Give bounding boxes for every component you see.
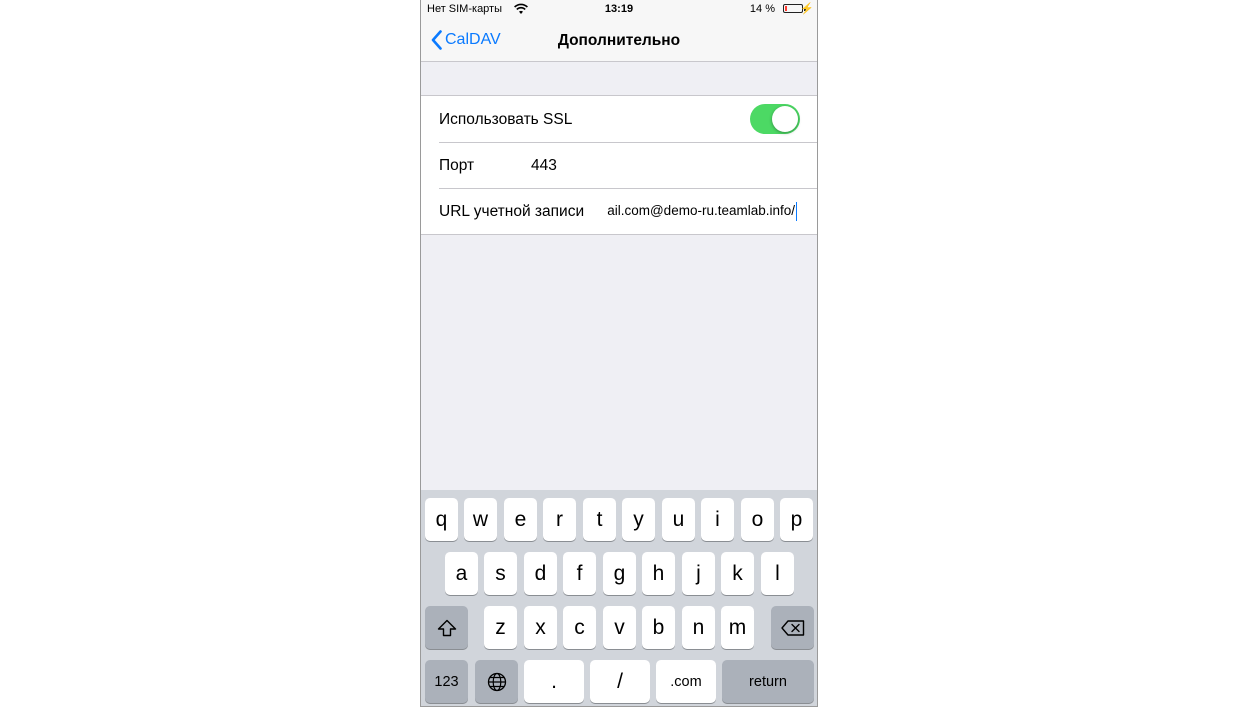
key-q[interactable]: q: [425, 498, 458, 541]
dot-key[interactable]: .: [524, 660, 584, 703]
account-url-field[interactable]: ail.com@demo-ru.teamlab.info/: [601, 202, 797, 222]
charging-bolt-icon: ⚡: [800, 3, 814, 15]
battery-percent: 14 %: [749, 3, 775, 15]
key-b[interactable]: b: [642, 606, 675, 649]
key-j[interactable]: j: [682, 552, 715, 595]
key-n[interactable]: n: [682, 606, 715, 649]
key-x[interactable]: x: [524, 606, 557, 649]
key-d[interactable]: d: [524, 552, 557, 595]
key-h[interactable]: h: [642, 552, 675, 595]
use-ssl-label: Использовать SSL: [439, 111, 573, 128]
key-e[interactable]: e: [504, 498, 537, 541]
numbers-key[interactable]: 123: [425, 660, 468, 703]
key-y[interactable]: y: [622, 498, 655, 541]
status-bar: Нет SIM-карты 13:19 14 % ⚡: [421, 0, 817, 20]
account-url-value: ail.com@demo-ru.teamlab.info/: [607, 203, 795, 218]
page-title: Дополнительно: [557, 32, 681, 49]
key-l[interactable]: l: [761, 552, 794, 595]
use-ssl-toggle[interactable]: [750, 104, 800, 134]
key-s[interactable]: s: [484, 552, 517, 595]
toggle-knob: [772, 106, 798, 132]
key-t[interactable]: t: [583, 498, 616, 541]
key-v[interactable]: v: [603, 606, 636, 649]
slash-key[interactable]: /: [590, 660, 650, 703]
key-a[interactable]: a: [445, 552, 478, 595]
return-key[interactable]: return: [722, 660, 814, 703]
key-u[interactable]: u: [662, 498, 695, 541]
key-o[interactable]: o: [741, 498, 774, 541]
key-p[interactable]: p: [780, 498, 813, 541]
key-g[interactable]: g: [603, 552, 636, 595]
globe-key[interactable]: [475, 660, 518, 703]
key-k[interactable]: k: [721, 552, 754, 595]
delete-key[interactable]: [771, 606, 814, 649]
dotcom-key[interactable]: .com: [656, 660, 716, 703]
port-field[interactable]: 443: [531, 157, 557, 175]
navigation-bar: CalDAV Дополнительно: [421, 20, 817, 62]
use-ssl-row: Использовать SSL: [421, 96, 817, 142]
keyboard: q w e r t y u i o p a s d f g h j k l z …: [421, 490, 817, 706]
key-w[interactable]: w: [464, 498, 497, 541]
shift-icon: [437, 619, 457, 637]
text-caret: [796, 202, 797, 221]
key-f[interactable]: f: [563, 552, 596, 595]
battery-level-fill: [785, 6, 787, 11]
port-row[interactable]: Порт 443: [421, 142, 817, 188]
key-z[interactable]: z: [484, 606, 517, 649]
phone-screen: Нет SIM-карты 13:19 14 % ⚡ CalDAV Дополн…: [420, 0, 818, 707]
port-label: Порт: [439, 157, 475, 174]
delete-icon: [780, 619, 805, 636]
account-url-label: URL учетной записи: [439, 203, 585, 220]
shift-key[interactable]: [425, 606, 468, 649]
key-r[interactable]: r: [543, 498, 576, 541]
key-i[interactable]: i: [701, 498, 734, 541]
globe-icon: [487, 672, 507, 692]
settings-group: Использовать SSL Порт 443 URL учетной за…: [421, 95, 817, 235]
account-url-row[interactable]: URL учетной записи ail.com@demo-ru.teaml…: [421, 188, 817, 234]
key-m[interactable]: m: [721, 606, 754, 649]
key-c[interactable]: c: [563, 606, 596, 649]
